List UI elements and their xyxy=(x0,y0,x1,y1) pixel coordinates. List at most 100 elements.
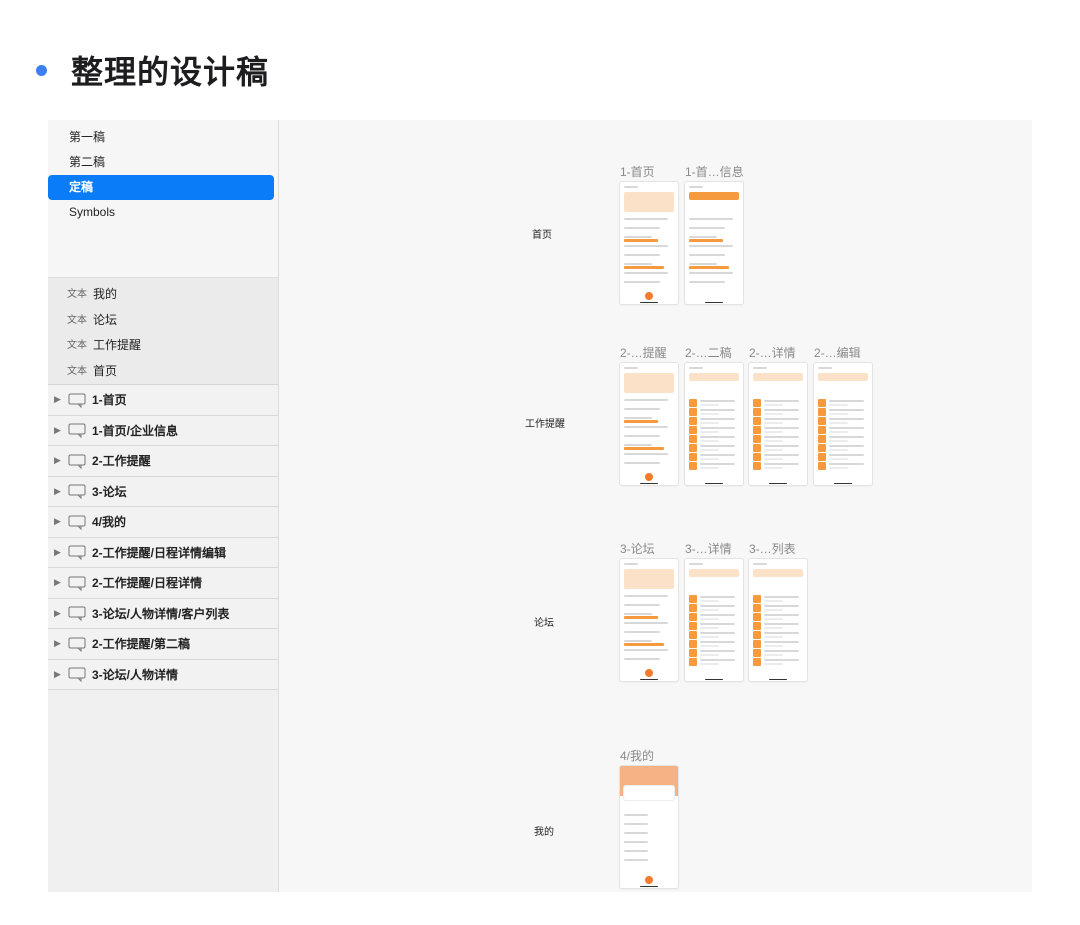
artboard-title[interactable]: 1-首页 xyxy=(620,163,655,180)
artboard-layer-row[interactable]: ▶ 4/我的 xyxy=(48,507,278,538)
thumbnail-list-icon xyxy=(753,640,761,648)
thumbnail-line xyxy=(764,400,799,402)
thumbnail-list-icon xyxy=(689,640,697,648)
row-label-home: 首页 xyxy=(532,230,552,241)
page-item-final[interactable]: 定稿 xyxy=(48,175,274,200)
artboard-thumbnail[interactable] xyxy=(620,182,678,304)
thumbnail-line xyxy=(624,649,668,651)
thumbnail-line xyxy=(764,440,783,442)
expand-triangle-icon[interactable]: ▶ xyxy=(54,425,66,436)
expand-triangle-icon[interactable]: ▶ xyxy=(54,577,66,588)
text-layer-row[interactable]: 文本 工作提醒 xyxy=(48,333,278,359)
thumbnail-line xyxy=(624,218,668,220)
sketch-window: 第一稿 第二稿 定稿 Symbols 文本 我的 文本 论坛 文本 工作提醒 文… xyxy=(48,120,1032,892)
artboard-layer-row[interactable]: ▶ 3-论坛/人物详情/客户列表 xyxy=(48,598,278,629)
text-kind-label: 文本 xyxy=(67,365,87,377)
artboard-thumbnail[interactable] xyxy=(685,182,743,304)
artboard-layer-row[interactable]: ▶ 1-首页/企业信息 xyxy=(48,415,278,446)
artboard-title[interactable]: 3-…详情 xyxy=(685,540,732,557)
thumbnail-list-icon xyxy=(689,435,697,443)
thumbnail-accent xyxy=(689,239,723,242)
artboard-thumbnail[interactable] xyxy=(620,766,678,888)
thumbnail-list-icon xyxy=(753,453,761,461)
thumbnail-line xyxy=(764,663,783,665)
artboard-layer-row[interactable]: ▶ 2-工作提醒/日程详情 xyxy=(48,568,278,599)
artboard-layer-name: 1-首页/企业信息 xyxy=(92,423,179,438)
design-canvas[interactable]: 首页 工作提醒 论坛 我的 1-首页 1-首…信息 2-…提醒 2-…二稿 2-…详情 2… xyxy=(279,120,1032,892)
text-layer-row[interactable]: 文本 我的 xyxy=(48,282,278,308)
artboard-title[interactable]: 2-…二稿 xyxy=(685,344,732,361)
thumbnail-line xyxy=(700,614,735,616)
thumbnail-line xyxy=(700,636,719,638)
thumbnail-line xyxy=(829,413,848,415)
artboard-title[interactable]: 3-论坛 xyxy=(620,540,655,557)
thumbnail-banner xyxy=(753,373,803,381)
expand-triangle-icon[interactable]: ▶ xyxy=(54,638,66,649)
artboard-layer-row[interactable]: ▶ 2-工作提醒 xyxy=(48,446,278,477)
text-kind-label: 文本 xyxy=(67,289,87,300)
thumbnail-line xyxy=(689,236,717,238)
thumbnail-list-icon xyxy=(818,444,826,452)
thumbnail-list-icon xyxy=(818,417,826,425)
thumbnail-line xyxy=(829,467,848,469)
thumbnail-line xyxy=(829,400,864,402)
artboard-thumbnail[interactable] xyxy=(685,363,743,485)
page-item-first-draft[interactable]: 第一稿 xyxy=(48,125,274,150)
thumbnail-line xyxy=(764,627,783,629)
expand-triangle-icon[interactable]: ▶ xyxy=(54,394,66,405)
artboard-thumbnail[interactable] xyxy=(749,363,807,485)
artboard-layer-row[interactable]: ▶ 3-论坛/人物详情 xyxy=(48,659,278,690)
thumbnail-line xyxy=(624,850,648,852)
thumbnail-line xyxy=(829,463,864,465)
page-item-symbols[interactable]: Symbols xyxy=(48,200,274,225)
tabbar-center-icon xyxy=(645,473,653,481)
expand-triangle-icon[interactable]: ▶ xyxy=(54,486,66,497)
text-layer-row[interactable]: 文本 论坛 xyxy=(48,308,278,334)
thumbnail-line xyxy=(764,632,799,634)
thumbnail-accent xyxy=(624,420,658,423)
artboard-layer-row[interactable]: ▶ 1-首页 xyxy=(48,385,278,416)
thumbnail-list-icon xyxy=(818,462,826,470)
thumbnail-banner xyxy=(624,192,674,212)
thumbnail-line xyxy=(700,641,735,643)
thumbnail-line xyxy=(624,595,668,597)
page-item-second-draft[interactable]: 第二稿 xyxy=(48,150,274,175)
thumbnail-line xyxy=(624,281,660,283)
artboard-thumbnail[interactable] xyxy=(685,559,743,681)
artboard-title[interactable]: 2-…详情 xyxy=(749,344,796,361)
artboard-title[interactable]: 4/我的 xyxy=(620,747,654,764)
artboard-thumbnail[interactable] xyxy=(620,559,678,681)
text-layer-row[interactable]: 文本 首页 xyxy=(48,359,278,385)
layers-sidebar: 第一稿 第二稿 定稿 Symbols 文本 我的 文本 论坛 文本 工作提醒 文… xyxy=(48,120,279,892)
artboard-thumbnail[interactable] xyxy=(749,559,807,681)
thumbnail-line xyxy=(689,367,703,369)
artboard-thumbnail[interactable] xyxy=(814,363,872,485)
expand-triangle-icon[interactable]: ▶ xyxy=(54,547,66,558)
artboard-layer-row[interactable]: ▶ 2-工作提醒/第二稿 xyxy=(48,629,278,660)
thumbnail-banner xyxy=(753,569,803,577)
thumbnail-line xyxy=(764,618,783,620)
thumbnail-line xyxy=(624,823,648,825)
thumbnail-line xyxy=(700,609,719,611)
expand-triangle-icon[interactable]: ▶ xyxy=(54,455,66,466)
expand-triangle-icon[interactable]: ▶ xyxy=(54,516,66,527)
thumbnail-line xyxy=(829,409,864,411)
thumbnail-line xyxy=(764,645,783,647)
thumbnail-line xyxy=(829,440,848,442)
artboard-title[interactable]: 2-…提醒 xyxy=(620,344,667,361)
artboard-thumbnail[interactable] xyxy=(620,363,678,485)
expand-triangle-icon[interactable]: ▶ xyxy=(54,608,66,619)
artboard-layer-row[interactable]: ▶ 3-论坛 xyxy=(48,476,278,507)
thumbnail-banner xyxy=(818,373,868,381)
artboard-layer-name: 2-工作提醒 xyxy=(92,454,151,469)
artboard-title[interactable]: 1-首…信息 xyxy=(685,163,744,180)
thumbnail-line xyxy=(764,418,799,420)
thumbnail-line xyxy=(764,650,799,652)
artboard-layer-row[interactable]: ▶ 2-工作提醒/日程详情编辑 xyxy=(48,537,278,568)
thumbnail-line xyxy=(700,454,735,456)
thumbnail-banner xyxy=(689,569,739,577)
thumbnail-list-icon xyxy=(818,399,826,407)
artboard-title[interactable]: 3-…列表 xyxy=(749,540,796,557)
expand-triangle-icon[interactable]: ▶ xyxy=(54,669,66,680)
artboard-title[interactable]: 2-…编辑 xyxy=(814,344,861,361)
